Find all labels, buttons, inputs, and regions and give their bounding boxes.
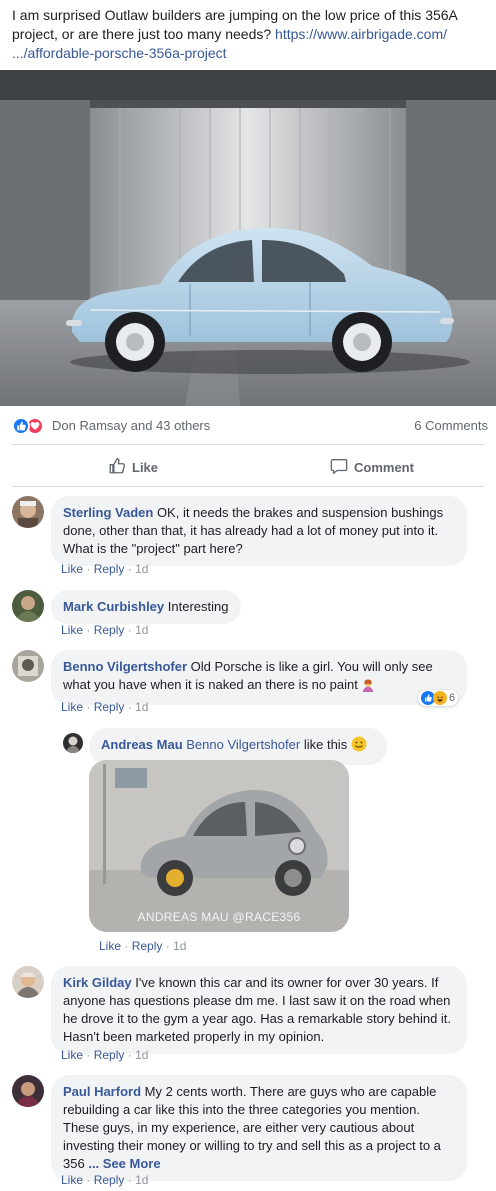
comment-button-label: Comment [354, 459, 414, 475]
photo-watermark: ANDREAS MAU @RACE356 [137, 910, 301, 924]
divider [12, 486, 484, 487]
comment-reactions[interactable]: 6 [418, 690, 459, 706]
comment-time[interactable]: 1d [135, 562, 148, 576]
comment-author[interactable]: Paul Harford [63, 1084, 141, 1099]
reactors-text[interactable]: Don Ramsay and 43 others [52, 418, 210, 433]
comment-author[interactable]: Sterling Vaden [63, 505, 153, 520]
comment-photo[interactable]: ANDREAS MAU @RACE356 [89, 760, 349, 932]
mention-link[interactable]: Benno Vilgertshofer [186, 737, 300, 752]
comment-like-link[interactable]: Like [99, 939, 121, 953]
comment-author[interactable]: Mark Curbishley [63, 599, 164, 614]
comment-like-link[interactable]: Like [61, 1048, 83, 1062]
comment-actions: Like · Reply · 1d [61, 1048, 149, 1062]
comment-time[interactable]: 1d [135, 700, 148, 714]
comment-actions: Like · Reply · 1d [61, 623, 149, 637]
comment-reply-link[interactable]: Reply [94, 1048, 125, 1062]
bare-metal-porsche-photo [89, 760, 349, 932]
reaction-icons [12, 417, 50, 435]
divider [12, 444, 484, 445]
comment-bubble: Sterling Vaden OK, it needs the brakes a… [51, 496, 467, 566]
like-button-label: Like [132, 459, 159, 475]
reaction-count: 6 [449, 692, 456, 704]
comment-text: like this [303, 737, 348, 752]
avatar[interactable] [63, 733, 83, 753]
comment-bubble: Mark Curbishley Interesting [51, 590, 241, 624]
comment-reply-link[interactable]: Reply [132, 939, 163, 953]
comments-count[interactable]: 6 Comments [414, 418, 488, 433]
avatar[interactable] [12, 1075, 44, 1107]
comment-author[interactable]: Kirk Gilday [63, 975, 132, 990]
comment-like-link[interactable]: Like [61, 623, 83, 637]
comment-reply-link[interactable]: Reply [94, 1173, 125, 1187]
smiling-face-emoji [351, 736, 367, 757]
porsche-photo [0, 70, 496, 406]
comment-time[interactable]: 1d [173, 939, 186, 953]
comment-actions: Like · Reply · 1d [61, 700, 149, 714]
comment-like-link[interactable]: Like [61, 1173, 83, 1187]
comment-time[interactable]: 1d [135, 1173, 148, 1187]
comment-time[interactable]: 1d [135, 1048, 148, 1062]
post-image[interactable] [0, 70, 496, 406]
comment-reply-link[interactable]: Reply [94, 623, 125, 637]
comment-reply-link[interactable]: Reply [94, 562, 125, 576]
comment-actions: Like · Reply · 1d [61, 1173, 149, 1187]
comment-like-link[interactable]: Like [61, 562, 83, 576]
woman-shrugging-emoji [361, 678, 375, 697]
speech-bubble-icon [330, 457, 348, 478]
comment-like-link[interactable]: Like [61, 700, 83, 714]
reactions-summary[interactable]: Don Ramsay and 43 others 6 Comments [0, 414, 496, 438]
comment-actions: Like · Reply · 1d [61, 562, 149, 576]
thumbs-up-icon [12, 417, 30, 435]
like-button[interactable]: Like [108, 452, 158, 482]
avatar[interactable] [12, 590, 44, 622]
comment-bubble: Paul Harford My 2 cents worth. There are… [51, 1075, 467, 1181]
avatar[interactable] [12, 650, 44, 682]
see-more-link[interactable]: ... See More [88, 1156, 160, 1171]
comment-author[interactable]: Benno Vilgertshofer [63, 659, 187, 674]
comment-author[interactable]: Andreas Mau [101, 737, 183, 752]
comment-bubble: Kirk Gilday I've known this car and its … [51, 966, 467, 1054]
thumbs-up-icon [108, 457, 126, 478]
laughing-face-icon [433, 691, 447, 705]
avatar[interactable] [12, 966, 44, 998]
avatar[interactable] [12, 496, 44, 528]
post-text: I am surprised Outlaw builders are jumpi… [12, 6, 488, 63]
comment-bubble: Benno Vilgertshofer Old Porsche is like … [51, 650, 467, 705]
comment-button[interactable]: Comment [330, 452, 414, 482]
comment-actions: Like · Reply · 1d [99, 939, 187, 953]
comment-reply-link[interactable]: Reply [94, 700, 125, 714]
comment-time[interactable]: 1d [135, 623, 148, 637]
comment-text: Interesting [167, 599, 229, 614]
